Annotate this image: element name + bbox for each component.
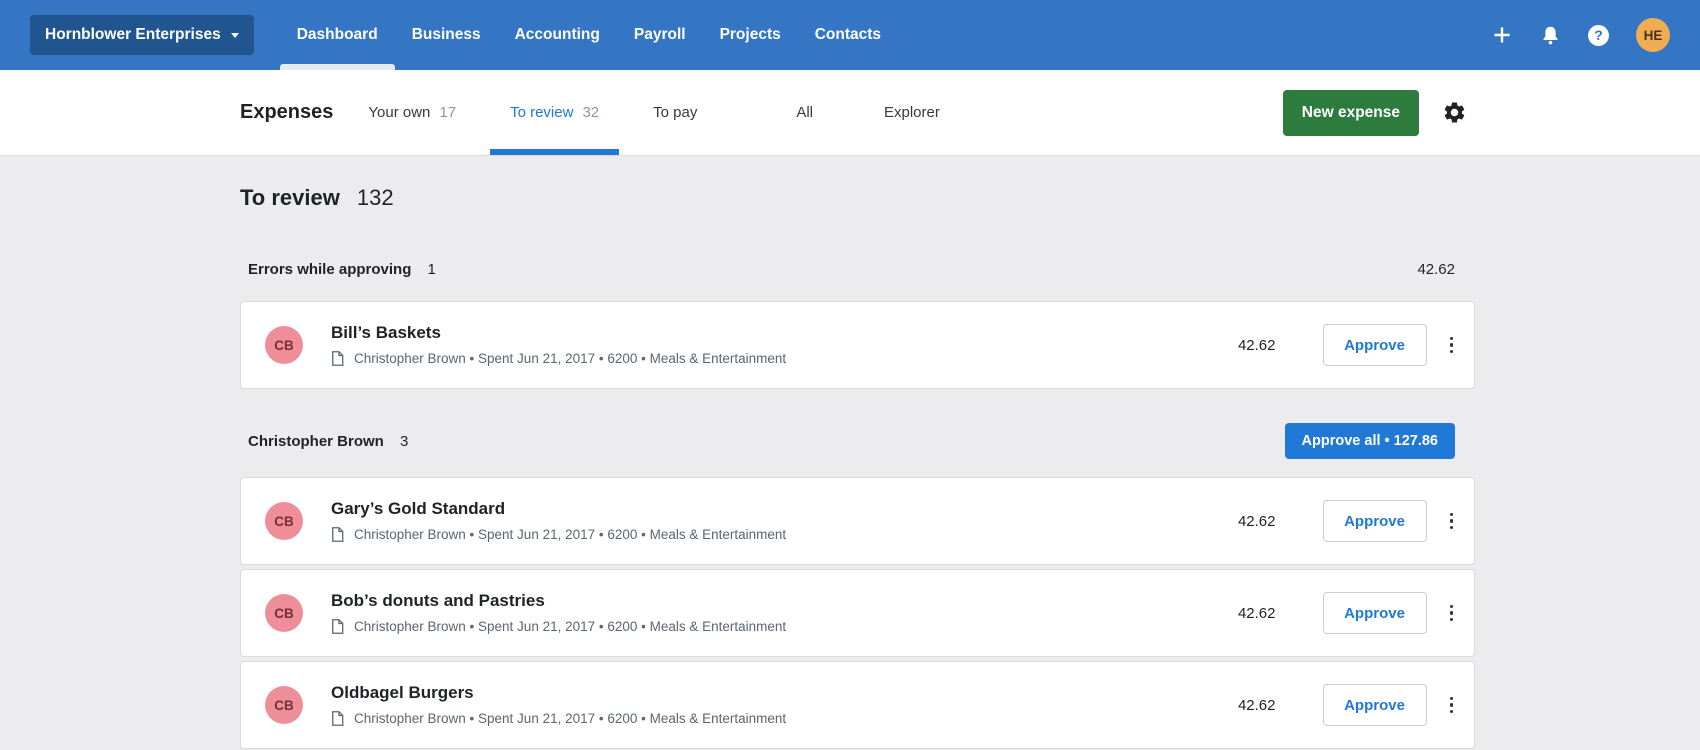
new-expense-button[interactable]: New expense — [1282, 89, 1419, 136]
expense-meta-row: Christopher Brown • Spent Jun 21, 2017 •… — [331, 618, 1238, 635]
page-title: Expenses — [240, 101, 334, 123]
avatar: CB — [265, 326, 303, 364]
tab-to-pay[interactable]: To pay — [633, 70, 717, 155]
expense-row-bills-baskets[interactable]: CB Bill’s Baskets Christopher Brown • Sp… — [240, 301, 1475, 389]
expense-amount: 42.62 — [1237, 336, 1276, 354]
expense-details: Oldbagel Burgers Christopher Brown • Spe… — [331, 683, 1238, 727]
tab-to-review[interactable]: To review 32 — [490, 70, 620, 155]
section-title: Errors while approving — [248, 260, 412, 278]
plus-icon[interactable] — [1491, 24, 1513, 46]
section-count: 1 — [427, 260, 436, 278]
section-count: 3 — [400, 432, 409, 450]
help-glyph: ? — [1588, 24, 1609, 46]
expense-meta-row: Christopher Brown • Spent Jun 21, 2017 •… — [331, 350, 1238, 367]
expense-row-bobs-donuts-and-pastries[interactable]: CB Bob’s donuts and Pastries Christopher… — [240, 569, 1475, 657]
nav-contacts[interactable]: Contacts — [798, 0, 898, 70]
section-total: 42.62 — [1417, 260, 1455, 278]
tab-label: To pay — [653, 104, 698, 121]
gear-icon[interactable] — [1442, 100, 1467, 125]
chevron-down-icon — [230, 32, 239, 38]
bell-icon[interactable] — [1540, 25, 1561, 46]
organisation-name: Hornblower Enterprises — [45, 26, 221, 43]
avatar: CB — [265, 686, 303, 724]
kebab-menu-icon[interactable] — [1447, 601, 1457, 626]
expense-meta-row: Christopher Brown • Spent Jun 21, 2017 •… — [331, 710, 1238, 727]
expense-amount: 42.62 — [1237, 604, 1276, 622]
expense-title: Oldbagel Burgers — [331, 683, 474, 702]
document-icon — [331, 526, 344, 543]
heading-count: 132 — [356, 185, 394, 210]
help-icon[interactable]: ? — [1588, 24, 1609, 46]
avatar: CB — [265, 594, 303, 632]
organisation-menu-button[interactable]: Hornblower Enterprises — [30, 15, 254, 55]
section-title: Christopher Brown — [248, 432, 384, 450]
nav-projects[interactable]: Projects — [703, 0, 798, 70]
tab-all[interactable]: All — [776, 70, 833, 155]
tab-label: To review — [510, 104, 574, 121]
kebab-menu-icon[interactable] — [1447, 693, 1457, 718]
expenses-tabs: Your own 17 To review 32 To pay All Expl… — [341, 70, 966, 155]
tab-your-own[interactable]: Your own 17 — [348, 70, 476, 155]
document-icon — [331, 710, 344, 727]
heading-title: To review — [240, 185, 340, 210]
approve-button[interactable]: Approve — [1322, 500, 1427, 542]
expense-amount: 42.62 — [1237, 696, 1276, 714]
nav-payroll[interactable]: Payroll — [617, 0, 703, 70]
to-review-content: To review 132 Errors while approving 1 4… — [0, 156, 1700, 749]
section-title-row: Christopher Brown 3 — [248, 433, 408, 450]
expense-title: Bob’s donuts and Pastries — [331, 591, 545, 610]
section-header: Christopher Brown 3 Approve all • 127.86 — [240, 423, 1475, 459]
approve-all-button[interactable]: Approve all • 127.86 — [1284, 423, 1455, 459]
approve-button[interactable]: Approve — [1322, 592, 1427, 634]
expense-details: Bob’s donuts and Pastries Christopher Br… — [331, 591, 1238, 635]
tab-label: All — [796, 104, 813, 121]
tab-label: Your own — [368, 104, 431, 121]
expense-title: Gary’s Gold Standard — [331, 499, 506, 518]
user-avatar[interactable]: HE — [1636, 18, 1670, 52]
nav-business[interactable]: Business — [395, 0, 498, 70]
expense-amount: 42.62 — [1237, 512, 1276, 530]
document-icon — [331, 350, 344, 367]
section-christopher-brown: Christopher Brown 3 Approve all • 127.86… — [240, 423, 1475, 749]
expense-meta: Christopher Brown • Spent Jun 21, 2017 •… — [354, 619, 787, 634]
kebab-menu-icon[interactable] — [1447, 333, 1457, 358]
tab-count: 32 — [582, 104, 600, 121]
expense-meta-row: Christopher Brown • Spent Jun 21, 2017 •… — [331, 526, 1238, 543]
nav-dashboard[interactable]: Dashboard — [279, 0, 395, 70]
top-navigation-bar: Hornblower Enterprises Dashboard Busines… — [0, 0, 1700, 70]
expense-row-garys-gold-standard[interactable]: CB Gary’s Gold Standard Christopher Brow… — [240, 477, 1475, 565]
tab-count: 17 — [439, 104, 457, 121]
approve-button[interactable]: Approve — [1322, 684, 1427, 726]
nav-accounting[interactable]: Accounting — [498, 0, 617, 70]
topbar-actions: ? HE — [1491, 18, 1670, 52]
expense-meta: Christopher Brown • Spent Jun 21, 2017 •… — [354, 527, 787, 542]
expense-details: Bill’s Baskets Christopher Brown • Spent… — [331, 323, 1238, 367]
section-errors-while-approving: Errors while approving 1 42.62 CB Bill’s… — [240, 260, 1475, 389]
expense-card-group: CB Gary’s Gold Standard Christopher Brow… — [240, 477, 1475, 749]
expenses-header: Expenses Your own 17 To review 32 To pay… — [0, 70, 1700, 156]
kebab-menu-icon[interactable] — [1447, 509, 1457, 534]
tab-label: Explorer — [884, 104, 940, 121]
tab-explorer[interactable]: Explorer — [864, 70, 960, 155]
avatar: CB — [265, 502, 303, 540]
expense-meta: Christopher Brown • Spent Jun 21, 2017 •… — [354, 351, 787, 366]
primary-nav: Dashboard Business Accounting Payroll Pr… — [279, 0, 898, 70]
section-header: Errors while approving 1 42.62 — [240, 260, 1475, 278]
expense-row-oldbagel-burgers[interactable]: CB Oldbagel Burgers Christopher Brown • … — [240, 661, 1475, 749]
section-title-row: Errors while approving 1 — [248, 261, 436, 278]
expense-details: Gary’s Gold Standard Christopher Brown •… — [331, 499, 1238, 543]
expense-meta: Christopher Brown • Spent Jun 21, 2017 •… — [354, 711, 787, 726]
approve-button[interactable]: Approve — [1322, 324, 1427, 366]
expense-title: Bill’s Baskets — [331, 323, 441, 342]
document-icon — [331, 618, 344, 635]
to-review-heading: To review 132 — [240, 185, 1475, 213]
